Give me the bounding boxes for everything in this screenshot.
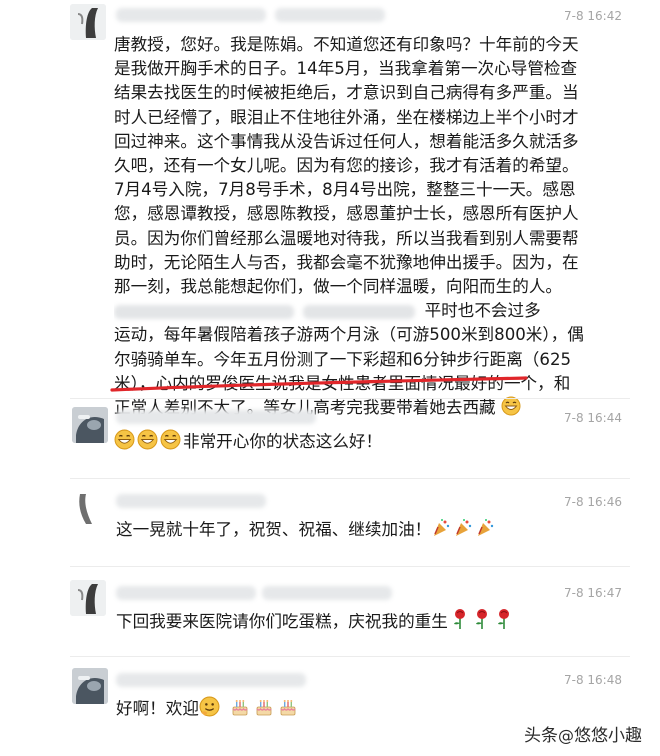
avatar[interactable] (72, 668, 108, 704)
cake-icon (230, 697, 250, 724)
text-line: 7月4号入院，7月8号手术，8月4号出院，整整三十一天。感恩 (114, 180, 576, 200)
rose-icon (496, 608, 512, 637)
avatar[interactable] (72, 407, 108, 443)
text-line: 结果去找医生的时候被拒绝后，才意识到自己病得有多严重。当 (114, 83, 579, 103)
redacted-text (114, 304, 294, 319)
sender-name-redacted (116, 410, 316, 424)
message-body: 下回我要来医院请你们吃蛋糕，庆祝我的重生 (116, 612, 448, 631)
message-body: 非常开心你的状态这么好！ (183, 432, 383, 451)
text-line: 助时，无论陌生人与否，我都会毫不犹豫地伸出援手。因为，在 (114, 252, 579, 272)
grin-emoji (501, 396, 521, 423)
watermark-at: @ (558, 726, 574, 745)
sender-name-redacted (116, 494, 266, 508)
grin-emoji (160, 429, 181, 457)
cake-icon (278, 697, 298, 724)
divider (70, 478, 630, 479)
message-body: 好啊！欢迎 (116, 699, 199, 718)
sender-name-redacted (262, 586, 392, 600)
text-line: 是我做开胸手术的日子。14年5月，当我拿着第一次心导管检查 (114, 59, 578, 79)
sender-name-redacted (116, 8, 266, 22)
text-line: 久吧，还有一个女儿呢。因为有您的接诊，我才有活着的希望。 (114, 156, 579, 176)
cake-icon (254, 697, 274, 724)
wave-emoji (199, 696, 220, 724)
watermark-name: 悠悠小趣 (574, 726, 642, 746)
text-fragment: 平时也不会过多 (424, 301, 541, 321)
message-body: 这一晃就十年了，祝贺、祝福、继续加油！ (116, 520, 432, 539)
avatar[interactable] (70, 4, 106, 40)
text-line: 回过神来。这个事情我从没告诉过任何人，想着能活多久就活多 (114, 131, 579, 151)
text-line: 尔骑骑单车。今年五月份测了一下彩超和6分钟步行距离（625 (114, 349, 572, 369)
rose-icon (452, 608, 468, 637)
sender-name-redacted (116, 586, 256, 600)
party-popper-icon (475, 518, 495, 545)
text-line: 员。因为你们曾经那么温暖地对待我，所以当我看到别人需要帮 (114, 228, 579, 248)
message-timestamp: 7-8 16:42 (564, 9, 622, 23)
message-text: 这一晃就十年了，祝贺、祝福、继续加油！ (116, 518, 620, 545)
sender-name-redacted (275, 8, 385, 22)
divider (70, 566, 630, 567)
message-text: 唐教授，您好。我是陈娟。不知道您还有印象吗？十年前的今天 是我做开胸手术的日子。… (114, 33, 620, 423)
text-line: 唐教授，您好。我是陈娟。不知道您还有印象吗？十年前的今天 (114, 35, 579, 54)
avatar[interactable] (72, 490, 108, 526)
watermark-prefix: 头条 (524, 726, 558, 746)
text-line: 平时也不会过多 (114, 299, 620, 323)
rose-icon (474, 608, 490, 637)
message-timestamp: 7-8 16:48 (564, 673, 622, 687)
message-text: 好啊！欢迎 (116, 696, 620, 724)
message-text: 下回我要来医院请你们吃蛋糕，庆祝我的重生 (116, 608, 620, 637)
grin-emoji (137, 429, 158, 457)
sender-name-redacted (116, 673, 306, 687)
avatar[interactable] (70, 580, 106, 616)
watermark: 头条@悠悠小趣 (524, 721, 642, 746)
text-line: 您，感恩谭教授，感恩陈教授，感恩董护士长，感恩所有医护人 (114, 204, 579, 224)
divider (70, 656, 630, 657)
divider (70, 398, 630, 399)
message-timestamp: 7-8 16:44 (564, 411, 622, 425)
text-line: 那一刻，我总能想起你们，做一个同样温暖，向阳而生的人。 (114, 277, 563, 297)
message-text: 非常开心你的状态这么好！ (114, 429, 620, 457)
text-line: 时人已经懵了，眼泪止不住地往外涌，坐在楼梯边上半个小时才 (114, 107, 579, 127)
party-popper-icon (453, 518, 473, 545)
message-timestamp: 7-8 16:46 (564, 495, 622, 509)
grin-emoji (114, 429, 135, 457)
text-line: 米），心内的罗俊医生说我是女性患者里面情况最好的一个，和 (114, 373, 571, 393)
party-popper-icon (431, 518, 451, 545)
message-timestamp: 7-8 16:47 (564, 586, 622, 600)
text-line: 运动，每年暑假陪着孩子游两个月泳（可游500米到800米），偶 (114, 325, 584, 345)
redacted-text (303, 304, 416, 319)
